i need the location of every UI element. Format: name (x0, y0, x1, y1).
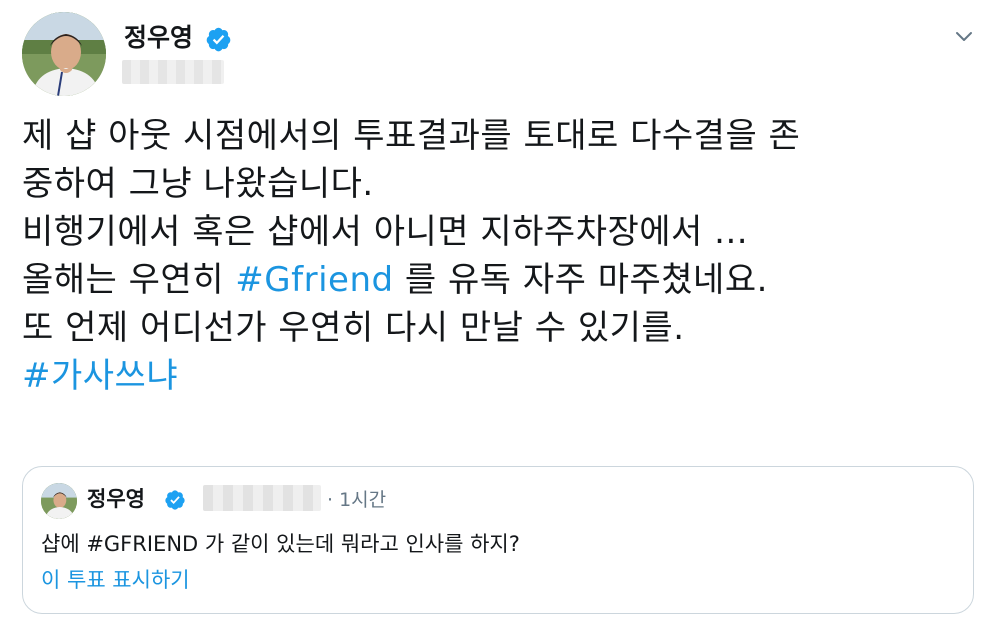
tweet-line: 비행기에서 혹은 샵에서 아니면 지하주차장에서 ... (22, 212, 749, 252)
chevron-down-icon[interactable] (952, 24, 976, 48)
quoted-tweet-card[interactable]: 정우영 · 1시간 샵에 #GFRIEND 가 같이 있는데 뭐라고 인사를 하… (22, 466, 974, 614)
verified-badge-icon (206, 27, 231, 52)
quoted-tweet-text: 샵에 #GFRIEND 가 같이 있는데 뭐라고 인사를 하지? (41, 532, 520, 556)
tweet-text: 제 샵 아웃 시점에서의 투표결과를 토대로 다수결을 존 중하여 그냥 나왔습… (22, 112, 982, 400)
tweet-line-with-hashtag: 올해는 우연히 #Gfriend 를 유독 자주 마주쳤네요. (22, 256, 982, 304)
tweet-text-segment: 를 유독 자주 마주쳤네요. (393, 260, 768, 300)
quoted-author-name[interactable]: 정우영 (87, 485, 145, 513)
tweet-line: 또 언제 어디선가 우연히 다시 만날 수 있기를. (22, 308, 685, 348)
quoted-author-avatar[interactable] (41, 483, 77, 519)
tweet-text-segment: 올해는 우연히 (22, 260, 236, 300)
verified-badge-icon (165, 490, 185, 510)
quoted-handle-blurred (203, 485, 321, 511)
author-handle-blurred (122, 60, 224, 84)
quoted-timestamp[interactable]: · 1시간 (327, 487, 386, 513)
show-poll-link[interactable]: 이 투표 표시하기 (41, 565, 190, 595)
author-avatar[interactable] (22, 12, 106, 96)
hashtag-link-gfriend[interactable]: #Gfriend (235, 260, 393, 300)
hashtag-link-gasasseunya[interactable]: #가사쓰냐 (22, 352, 982, 400)
tweet-line: 제 샵 아웃 시점에서의 투표결과를 토대로 다수결을 존 (22, 116, 801, 156)
tweet-line: 중하여 그냥 나왔습니다. (22, 164, 374, 204)
author-name[interactable]: 정우영 (124, 22, 193, 54)
